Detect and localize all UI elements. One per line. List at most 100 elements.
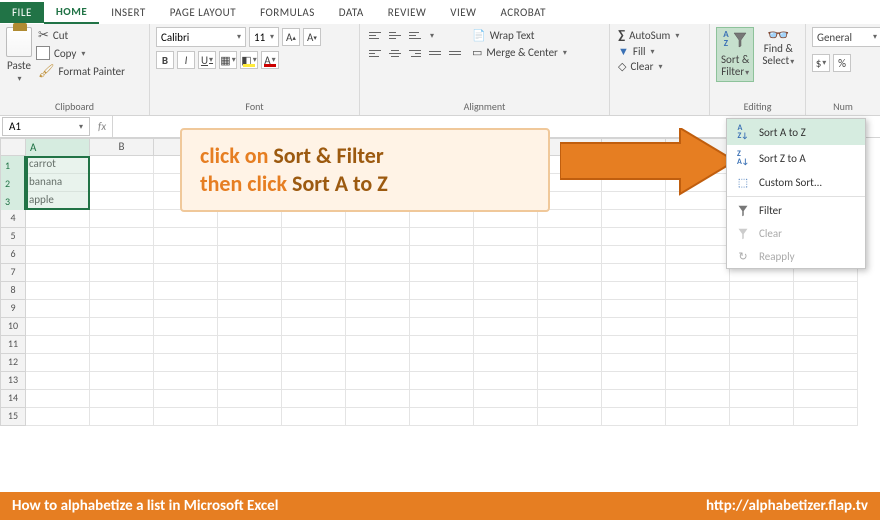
cell-D8[interactable]: [218, 282, 282, 300]
row-header-1[interactable]: 1: [0, 156, 26, 176]
cell-D10[interactable]: [218, 318, 282, 336]
cell-B5[interactable]: [90, 228, 154, 246]
row-header-5[interactable]: 5: [0, 228, 26, 246]
cell-A10[interactable]: [26, 318, 90, 336]
row-header-15[interactable]: 15: [0, 408, 26, 426]
cell-A8[interactable]: [26, 282, 90, 300]
cell-E11[interactable]: [282, 336, 346, 354]
cell-B2[interactable]: [90, 174, 154, 192]
cell-E8[interactable]: [282, 282, 346, 300]
cell-G15[interactable]: [410, 408, 474, 426]
sort-filter-button[interactable]: AZ Sort &Filter▾: [716, 27, 754, 82]
cell-J7[interactable]: [602, 264, 666, 282]
cell-A1[interactable]: carrot: [26, 156, 90, 174]
wrap-text-button[interactable]: 📄Wrap Text: [468, 27, 571, 44]
merge-center-button[interactable]: ▭Merge & Center▾: [468, 44, 571, 61]
accounting-format-button[interactable]: $▾: [812, 54, 830, 72]
cell-D7[interactable]: [218, 264, 282, 282]
row-header-11[interactable]: 11: [0, 336, 26, 354]
tab-review[interactable]: REVIEW: [376, 2, 439, 23]
cell-I15[interactable]: [538, 408, 602, 426]
align-right-button[interactable]: [406, 45, 424, 61]
shrink-font-button[interactable]: A▾: [303, 28, 321, 46]
cell-C8[interactable]: [154, 282, 218, 300]
cell-B11[interactable]: [90, 336, 154, 354]
cell-K13[interactable]: [666, 372, 730, 390]
cell-A2[interactable]: banana: [26, 174, 90, 192]
select-all-corner[interactable]: [0, 138, 26, 156]
cell-D4[interactable]: [218, 210, 282, 228]
row-header-2[interactable]: 2: [0, 174, 26, 194]
cell-C13[interactable]: [154, 372, 218, 390]
cell-B10[interactable]: [90, 318, 154, 336]
cell-J14[interactable]: [602, 390, 666, 408]
cell-K15[interactable]: [666, 408, 730, 426]
row-header-10[interactable]: 10: [0, 318, 26, 336]
row-header-12[interactable]: 12: [0, 354, 26, 372]
cell-M10[interactable]: [794, 318, 858, 336]
percent-format-button[interactable]: %: [833, 54, 851, 72]
cell-K5[interactable]: [666, 228, 730, 246]
font-size-select[interactable]: 11▾: [249, 27, 279, 47]
row-header-14[interactable]: 14: [0, 390, 26, 408]
clear-button[interactable]: ◇Clear▾: [616, 59, 681, 74]
cell-A15[interactable]: [26, 408, 90, 426]
menu-filter[interactable]: Filter: [727, 199, 865, 222]
cell-F11[interactable]: [346, 336, 410, 354]
cell-I8[interactable]: [538, 282, 602, 300]
cell-I7[interactable]: [538, 264, 602, 282]
cell-E15[interactable]: [282, 408, 346, 426]
cell-K11[interactable]: [666, 336, 730, 354]
cell-G13[interactable]: [410, 372, 474, 390]
name-box[interactable]: A1▾: [2, 117, 90, 136]
autosum-button[interactable]: ∑AutoSum▾: [616, 27, 681, 44]
cell-H13[interactable]: [474, 372, 538, 390]
cell-C11[interactable]: [154, 336, 218, 354]
cell-K12[interactable]: [666, 354, 730, 372]
cell-K7[interactable]: [666, 264, 730, 282]
cell-E10[interactable]: [282, 318, 346, 336]
row-header-13[interactable]: 13: [0, 372, 26, 390]
cell-C7[interactable]: [154, 264, 218, 282]
cell-F14[interactable]: [346, 390, 410, 408]
cell-I14[interactable]: [538, 390, 602, 408]
cell-F7[interactable]: [346, 264, 410, 282]
cell-A14[interactable]: [26, 390, 90, 408]
cell-D12[interactable]: [218, 354, 282, 372]
cell-J6[interactable]: [602, 246, 666, 264]
bold-button[interactable]: B: [156, 51, 174, 69]
tab-view[interactable]: VIEW: [438, 2, 488, 23]
cell-B12[interactable]: [90, 354, 154, 372]
cell-G10[interactable]: [410, 318, 474, 336]
tab-data[interactable]: DATA: [327, 2, 376, 23]
find-select-button[interactable]: 👓 Find &Select▾: [758, 27, 798, 70]
cell-M12[interactable]: [794, 354, 858, 372]
cell-E14[interactable]: [282, 390, 346, 408]
cell-I4[interactable]: [538, 210, 602, 228]
fx-icon[interactable]: fx: [92, 120, 112, 133]
row-header-6[interactable]: 6: [0, 246, 26, 264]
cell-C4[interactable]: [154, 210, 218, 228]
cell-G14[interactable]: [410, 390, 474, 408]
underline-button[interactable]: U▾: [198, 51, 216, 69]
cell-C12[interactable]: [154, 354, 218, 372]
tab-acrobat[interactable]: ACROBAT: [488, 2, 558, 23]
cell-J5[interactable]: [602, 228, 666, 246]
cell-I5[interactable]: [538, 228, 602, 246]
tab-file[interactable]: FILE: [0, 2, 44, 23]
cut-button[interactable]: ✂Cut: [36, 27, 127, 44]
cell-C5[interactable]: [154, 228, 218, 246]
cell-F13[interactable]: [346, 372, 410, 390]
cell-D15[interactable]: [218, 408, 282, 426]
cell-F12[interactable]: [346, 354, 410, 372]
cell-H15[interactable]: [474, 408, 538, 426]
cell-E5[interactable]: [282, 228, 346, 246]
tab-page-layout[interactable]: PAGE LAYOUT: [158, 2, 248, 23]
cell-C9[interactable]: [154, 300, 218, 318]
cell-A12[interactable]: [26, 354, 90, 372]
cell-B13[interactable]: [90, 372, 154, 390]
cell-F4[interactable]: [346, 210, 410, 228]
cell-L11[interactable]: [730, 336, 794, 354]
cell-A6[interactable]: [26, 246, 90, 264]
cell-K6[interactable]: [666, 246, 730, 264]
